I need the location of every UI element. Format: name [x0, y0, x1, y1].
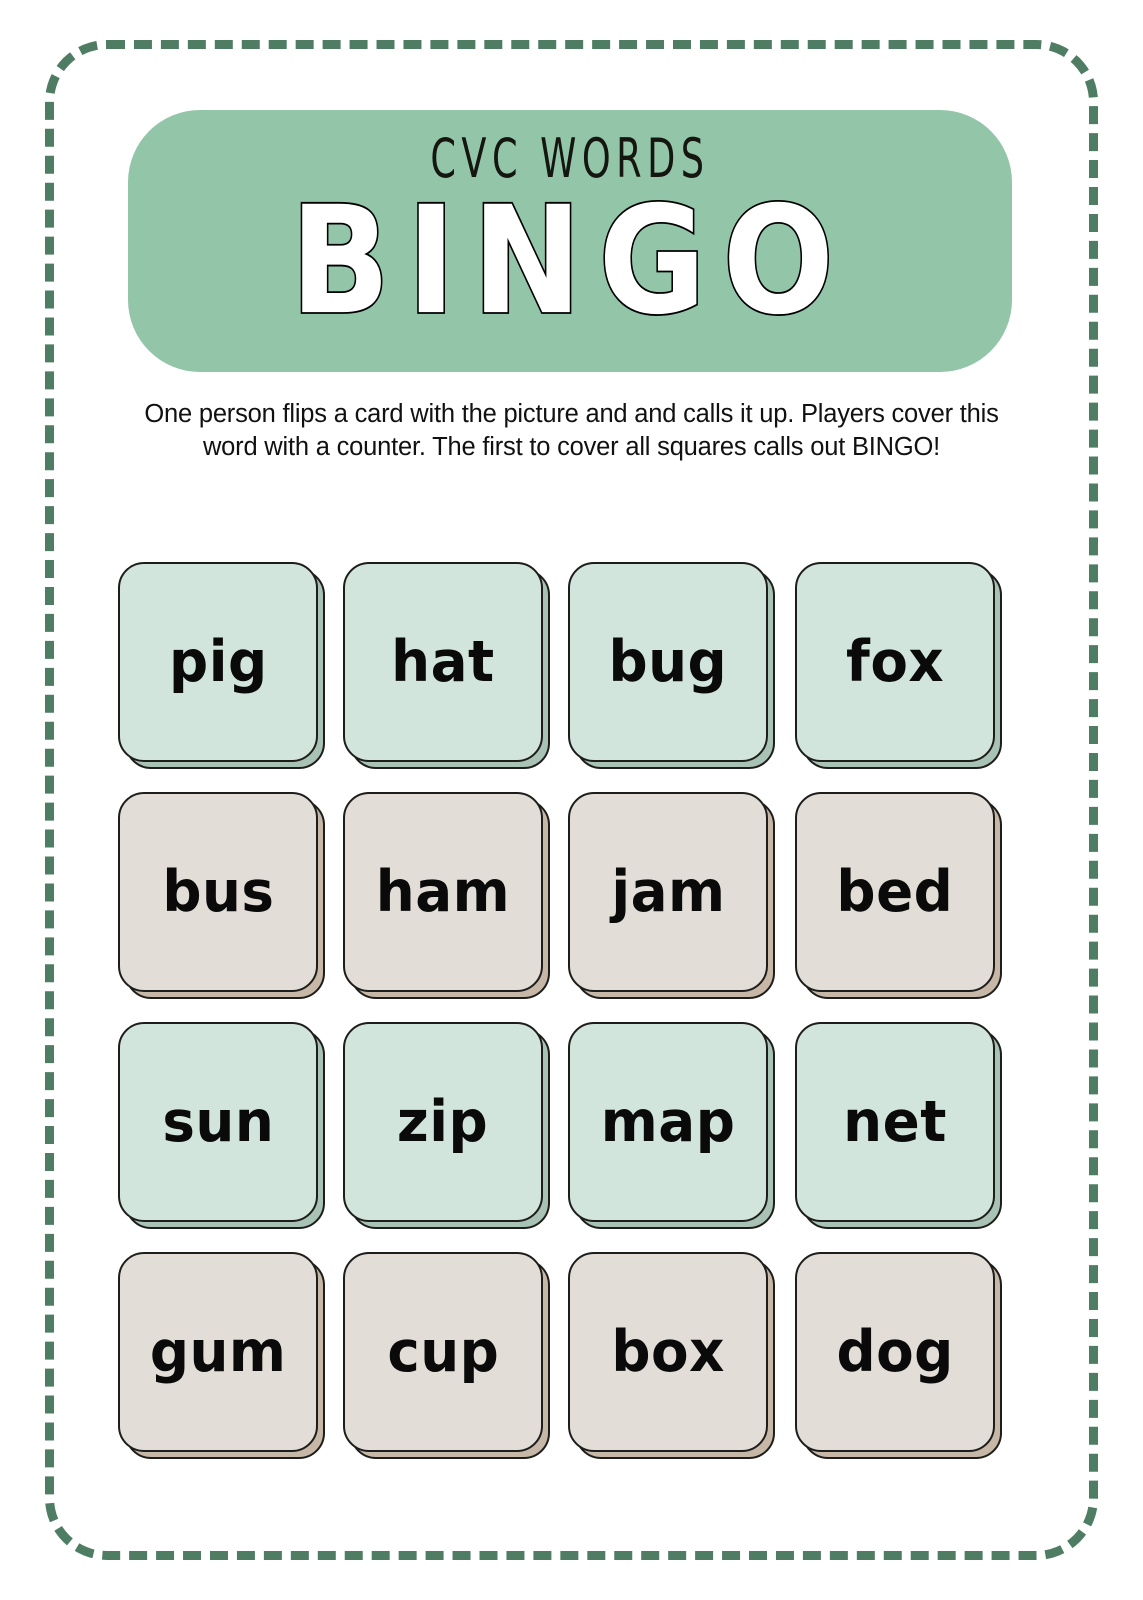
- tile-face[interactable]: dog: [795, 1252, 995, 1452]
- bingo-tile[interactable]: bus: [118, 792, 325, 999]
- bingo-tile[interactable]: pig: [118, 562, 325, 769]
- bingo-tile[interactable]: sun: [118, 1022, 325, 1229]
- tile-word: box: [611, 1318, 725, 1385]
- bingo-grid: pig hat bug fox bus ham jam bed sun zip …: [118, 562, 1018, 1482]
- tile-face[interactable]: fox: [795, 562, 995, 762]
- bingo-row: bus ham jam bed: [118, 792, 1018, 1022]
- bingo-tile[interactable]: hat: [343, 562, 550, 769]
- bingo-tile[interactable]: dog: [795, 1252, 1002, 1459]
- bingo-tile[interactable]: gum: [118, 1252, 325, 1459]
- tile-face[interactable]: jam: [568, 792, 768, 992]
- bingo-tile[interactable]: fox: [795, 562, 1002, 769]
- bingo-tile[interactable]: box: [568, 1252, 775, 1459]
- bingo-tile[interactable]: bed: [795, 792, 1002, 999]
- instructions-text: One person flips a card with the picture…: [144, 400, 999, 461]
- tile-word: hat: [391, 628, 495, 695]
- tile-face[interactable]: cup: [343, 1252, 543, 1452]
- bingo-row: pig hat bug fox: [118, 562, 1018, 792]
- tile-word: gum: [149, 1318, 287, 1385]
- tile-face[interactable]: bus: [118, 792, 318, 992]
- tile-face[interactable]: gum: [118, 1252, 318, 1452]
- page-title: BINGO: [288, 174, 851, 348]
- tile-face[interactable]: box: [568, 1252, 768, 1452]
- tile-word: jam: [610, 858, 726, 925]
- tile-face[interactable]: bed: [795, 792, 995, 992]
- bingo-tile[interactable]: map: [568, 1022, 775, 1229]
- tile-word: net: [843, 1088, 947, 1155]
- tile-face[interactable]: map: [568, 1022, 768, 1222]
- tile-word: dog: [836, 1318, 954, 1385]
- tile-word: sun: [162, 1088, 274, 1155]
- bingo-tile[interactable]: zip: [343, 1022, 550, 1229]
- tile-face[interactable]: ham: [343, 792, 543, 992]
- tile-word: cup: [386, 1318, 499, 1385]
- tile-face[interactable]: bug: [568, 562, 768, 762]
- bingo-tile[interactable]: ham: [343, 792, 550, 999]
- bingo-tile[interactable]: jam: [568, 792, 775, 999]
- tile-face[interactable]: zip: [343, 1022, 543, 1222]
- tile-face[interactable]: sun: [118, 1022, 318, 1222]
- tile-word: fox: [845, 628, 945, 695]
- tile-face[interactable]: hat: [343, 562, 543, 762]
- tile-word: ham: [375, 858, 511, 925]
- tile-word: pig: [168, 628, 268, 695]
- bingo-tile[interactable]: net: [795, 1022, 1002, 1229]
- tile-face[interactable]: net: [795, 1022, 995, 1222]
- bingo-row: gum cup box dog: [118, 1252, 1018, 1482]
- tile-word: bed: [836, 858, 954, 925]
- bingo-row: sun zip map net: [118, 1022, 1018, 1252]
- header-banner: CVC WORDS BINGO: [128, 110, 1012, 372]
- bingo-tile[interactable]: bug: [568, 562, 775, 769]
- tile-word: bus: [161, 858, 275, 925]
- tile-word: bug: [608, 628, 728, 695]
- tile-word: zip: [397, 1088, 489, 1155]
- bingo-worksheet: CVC WORDS BINGO One person flips a card …: [0, 0, 1143, 1600]
- tile-word: map: [600, 1088, 736, 1155]
- bingo-tile[interactable]: cup: [343, 1252, 550, 1459]
- tile-face[interactable]: pig: [118, 562, 318, 762]
